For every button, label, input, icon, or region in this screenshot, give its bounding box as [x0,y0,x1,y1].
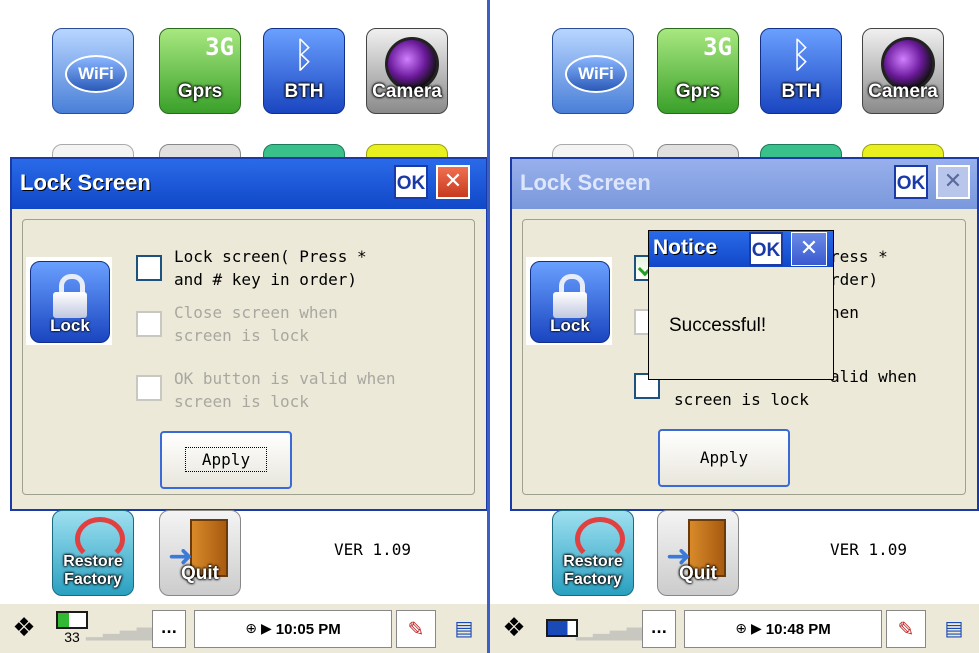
wifi-app-label: WiFi [65,55,127,93]
3g-badge: 3G [703,33,732,61]
ok-button-valid-option-label: OK button is valid when screen is lock [174,369,396,411]
notification-tray[interactable]: ⊕ ▶ 10:05 PM [194,610,392,648]
window-switcher-icon[interactable]: ▤ [444,610,484,646]
quit-app-label: Quit [181,563,219,584]
dialog-titlebar: Lock Screen OK ✕ [512,159,977,209]
battery-charging-icon [546,619,578,637]
signal-bars-icon[interactable]: ▁▂▃▄ [576,610,644,646]
notice-titlebar: Notice OK ✕ [649,231,833,267]
dialog-titlebar: Lock Screen OK ✕ [12,159,486,209]
lock-screen-option-label: ress * rder) [830,247,888,289]
quit-app-icon[interactable]: ➜ Quit [155,506,243,598]
dialog-title: Lock Screen [520,170,651,195]
camera-app-icon[interactable]: Camera [362,24,450,116]
clock: 10:05 PM [275,620,341,638]
close-button[interactable]: ✕ [436,165,470,199]
signal-bars-icon[interactable]: ▁▂▃▄ [86,610,154,646]
sync-icon: ▶ [260,621,272,637]
bluetooth-icon: ᛒ [790,35,812,76]
clock: 10:48 PM [765,620,831,638]
screen-lock-screen-success: WiFi 3G Gprs ᛒ BTH Camera Lock Screen OK… [490,0,979,653]
ok-button[interactable]: OK [394,165,428,199]
camera-app-label: Camera [868,81,938,102]
start-icon[interactable]: ❖ [4,610,44,646]
apply-button[interactable]: Apply [658,429,790,487]
restore-factory-app-icon[interactable]: Restore Factory [548,506,636,598]
gprs-app-label: Gprs [177,81,223,102]
network-icon: ⊕ [245,621,257,637]
ok-button-valid-option-label-2: screen is lock [674,390,809,409]
version-label: VER 1.09 [830,540,908,559]
bluetooth-app-label: BTH [781,81,821,102]
close-screen-option-label: hen [830,303,859,322]
notice-message: Successful! [669,315,767,336]
ok-button-valid-checkbox[interactable] [136,375,162,401]
bluetooth-icon: ᛒ [293,35,315,76]
gprs-app-icon[interactable]: 3G Gprs [653,24,741,116]
bluetooth-app-icon[interactable]: ᛒ BTH [259,24,347,116]
apply-button-label: Apply [699,448,749,467]
taskbar: ❖ 33 ▁▂▃▄ ... ⊕ ▶ 10:05 PM ✎ ▤ [0,603,489,653]
quit-app-icon[interactable]: ➜ Quit [653,506,741,598]
restore-factory-app-label: Restore Factory [563,553,623,588]
gprs-app-icon[interactable]: 3G Gprs [155,24,243,116]
lock-screen-checkbox[interactable] [136,255,162,281]
bluetooth-app-icon[interactable]: ᛒ BTH [756,24,844,116]
3g-badge: 3G [205,33,234,61]
notice-dialog: Notice OK ✕ Successful! [648,230,834,380]
notice-ok-button[interactable]: OK [749,232,783,266]
close-button[interactable]: ✕ [936,165,970,199]
sync-icon: ▶ [750,621,762,637]
notice-close-button[interactable]: ✕ [791,232,827,266]
pen-input-icon[interactable]: ✎ [396,610,436,648]
lock-app-icon: Lock [526,257,612,345]
input-panel-button[interactable]: ... [642,610,676,648]
lock-label: Lock [50,316,90,335]
lock-screen-dialog: Lock Screen OK ✕ Lock Lock screen( Press… [10,157,488,511]
version-label: VER 1.09 [334,540,412,559]
bluetooth-app-label: BTH [284,81,324,102]
input-panel-button[interactable]: ... [152,610,186,648]
start-icon[interactable]: ❖ [494,610,534,646]
camera-app-icon[interactable]: Camera [858,24,946,116]
ok-button[interactable]: OK [894,165,928,199]
ok-button-valid-option-label: alid when [830,367,917,386]
restore-factory-app-icon[interactable]: Restore Factory [48,506,136,598]
lock-screen-option-label: Lock screen( Press * and # key in order) [174,247,367,289]
lock-label: Lock [550,316,590,335]
wifi-app-icon[interactable]: WiFi [48,24,136,116]
quit-app-label: Quit [679,563,717,584]
close-screen-checkbox[interactable] [136,311,162,337]
apply-button-label: Apply [184,447,268,472]
window-switcher-icon[interactable]: ▤ [934,610,974,646]
dialog-title: Lock Screen [20,170,151,195]
apply-button[interactable]: Apply [160,431,292,489]
battery-icon [56,611,88,629]
notice-title: Notice [653,236,718,259]
close-screen-option-label: Close screen when screen is lock [174,303,338,345]
notification-tray[interactable]: ⊕ ▶ 10:48 PM [684,610,882,648]
restore-factory-app-label: Restore Factory [63,553,123,588]
taskbar: ❖ ▁▂▃▄ ... ⊕ ▶ 10:48 PM ✎ ▤ [490,603,979,653]
pen-input-icon[interactable]: ✎ [886,610,926,648]
camera-app-label: Camera [372,81,442,102]
gprs-app-label: Gprs [675,81,721,102]
battery-percent: 33 [64,629,80,645]
lock-app-icon: Lock [26,257,112,345]
screen-lock-screen-settings: WiFi 3G Gprs ᛒ BTH Camera Lock Screen OK… [0,0,489,653]
wifi-app-label: WiFi [565,55,627,93]
network-icon: ⊕ [735,621,747,637]
wifi-app-icon[interactable]: WiFi [548,24,636,116]
